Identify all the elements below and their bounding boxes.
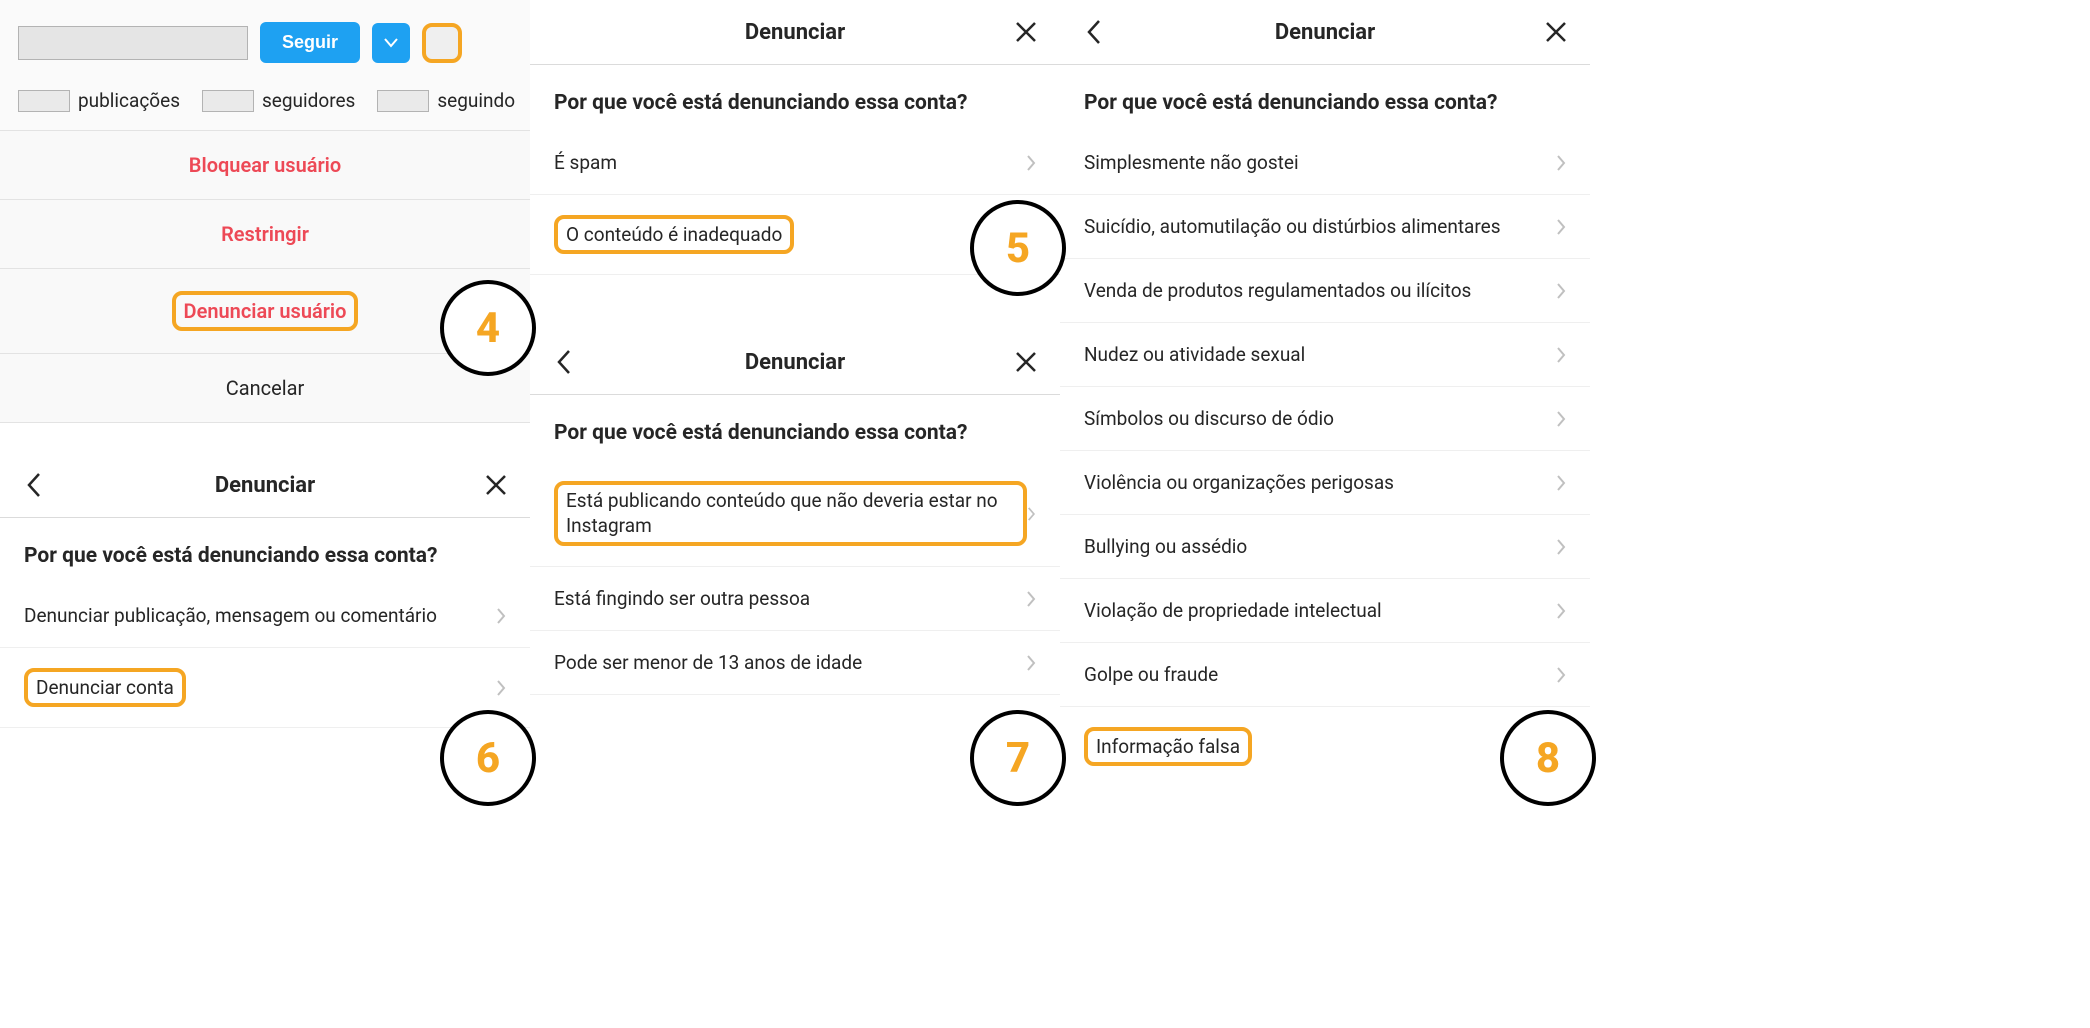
- chevron-right-icon: [1026, 154, 1036, 172]
- back-button[interactable]: [20, 471, 48, 499]
- chevron-right-icon: [1556, 474, 1566, 492]
- option-label: O conteúdo é inadequado: [554, 215, 794, 254]
- option-bullying[interactable]: Bullying ou assédio: [1060, 515, 1590, 579]
- option-label: Informação falsa: [1084, 727, 1252, 766]
- option-label: Nudez ou atividade sexual: [1084, 343, 1556, 366]
- option-label: Violência ou organizações perigosas: [1084, 471, 1556, 494]
- option-scam[interactable]: Golpe ou fraude: [1060, 643, 1590, 707]
- sheet-block-user[interactable]: Bloquear usuário: [0, 130, 530, 199]
- close-button[interactable]: [482, 471, 510, 499]
- chevron-left-icon: [556, 349, 572, 375]
- option-nudity[interactable]: Nudez ou atividade sexual: [1060, 323, 1590, 387]
- option-posting-bad-content[interactable]: Está publicando conteúdo que não deveria…: [530, 461, 1060, 567]
- chevron-right-icon: [1556, 410, 1566, 428]
- option-violence[interactable]: Violência ou organizações perigosas: [1060, 451, 1590, 515]
- option-pretending[interactable]: Está fingindo ser outra pessoa: [530, 567, 1060, 631]
- option-self-harm[interactable]: Suicídio, automutilação ou distúrbios al…: [1060, 195, 1590, 259]
- close-icon: [1015, 351, 1037, 373]
- chevron-right-icon: [496, 607, 506, 625]
- option-label: Está fingindo ser outra pessoa: [554, 587, 1026, 610]
- chevron-right-icon: [1556, 154, 1566, 172]
- close-button[interactable]: [1012, 348, 1040, 376]
- report-question: Por que você está denunciando essa conta…: [530, 395, 1060, 461]
- option-under-13[interactable]: Pode ser menor de 13 anos de idade: [530, 631, 1060, 695]
- chevron-right-icon: [1026, 654, 1036, 672]
- option-label: Suicídio, automutilação ou distúrbios al…: [1084, 215, 1556, 238]
- back-button[interactable]: [1080, 18, 1108, 46]
- follow-dropdown-button[interactable]: [372, 23, 410, 63]
- stat-posts: publicações: [18, 89, 180, 112]
- option-label: Denunciar conta: [24, 668, 186, 707]
- report-question: Por que você está denunciando essa conta…: [0, 518, 530, 584]
- username-placeholder: [18, 26, 248, 60]
- option-spam[interactable]: É spam: [530, 131, 1060, 195]
- chevron-right-icon: [1026, 590, 1036, 608]
- chevron-left-icon: [26, 472, 42, 498]
- column-steps-5-7: Denunciar Por que você está denunciando …: [530, 0, 1060, 786]
- close-icon: [485, 474, 507, 496]
- report-title: Denunciar: [48, 473, 482, 498]
- report-question: Por que você está denunciando essa conta…: [1060, 65, 1590, 131]
- option-ip-violation[interactable]: Violação de propriedade intelectual: [1060, 579, 1590, 643]
- option-label: Violação de propriedade intelectual: [1084, 599, 1556, 622]
- step-badge-8: 8: [1500, 710, 1596, 806]
- follow-button[interactable]: Seguir: [260, 22, 360, 63]
- close-icon: [1015, 21, 1037, 43]
- report-header-7: Denunciar: [530, 330, 1060, 395]
- stat-followers: seguidores: [202, 89, 355, 112]
- chevron-right-icon: [1556, 666, 1566, 684]
- sheet-cancel[interactable]: Cancelar: [0, 353, 530, 423]
- chevron-right-icon: [1556, 282, 1566, 300]
- column-step-8: Denunciar Por que você está denunciando …: [1060, 0, 1590, 786]
- option-label: Denunciar publicação, mensagem ou coment…: [24, 604, 496, 627]
- report-header-8: Denunciar: [1060, 0, 1590, 65]
- back-button[interactable]: [550, 348, 578, 376]
- option-label: É spam: [554, 151, 1026, 174]
- more-options-button[interactable]: [422, 23, 462, 63]
- report-header-6: Denunciar: [0, 453, 530, 518]
- chevron-right-icon: [1556, 218, 1566, 236]
- option-regulated-goods[interactable]: Venda de produtos regulamentados ou ilíc…: [1060, 259, 1590, 323]
- option-label: Símbolos ou discurso de ódio: [1084, 407, 1556, 430]
- step-badge-4: 4: [440, 280, 536, 376]
- chevron-right-icon: [496, 679, 506, 697]
- report-title: Denunciar: [578, 20, 1012, 45]
- chevron-right-icon: [1556, 602, 1566, 620]
- profile-header: Seguir: [0, 0, 530, 77]
- option-label: Golpe ou fraude: [1084, 663, 1556, 686]
- option-dont-like[interactable]: Simplesmente não gostei: [1060, 131, 1590, 195]
- report-title: Denunciar: [578, 350, 1012, 375]
- stat-following: seguindo: [377, 89, 515, 112]
- close-icon: [1545, 21, 1567, 43]
- report-title: Denunciar: [1108, 20, 1542, 45]
- chevron-right-icon: [1556, 346, 1566, 364]
- report-header-5: Denunciar: [530, 0, 1060, 65]
- option-label: Bullying ou assédio: [1084, 535, 1556, 558]
- sheet-report-user-label: Denunciar usuário: [172, 291, 359, 331]
- chevron-right-icon: [1027, 505, 1036, 523]
- chevron-right-icon: [1556, 538, 1566, 556]
- option-hate[interactable]: Símbolos ou discurso de ódio: [1060, 387, 1590, 451]
- sheet-restrict[interactable]: Restringir: [0, 199, 530, 268]
- option-label: Venda de produtos regulamentados ou ilíc…: [1084, 279, 1556, 302]
- option-label: Está publicando conteúdo que não deveria…: [554, 481, 1027, 546]
- profile-stats-row: publicações seguidores seguindo: [0, 77, 530, 130]
- option-label: Simplesmente não gostei: [1084, 151, 1556, 174]
- close-button[interactable]: [1012, 18, 1040, 46]
- option-report-post-msg-comment[interactable]: Denunciar publicação, mensagem ou coment…: [0, 584, 530, 648]
- column-steps-4-6: Seguir publicações seguidores seguindo B…: [0, 0, 530, 786]
- step-badge-7: 7: [970, 710, 1066, 806]
- option-label: Pode ser menor de 13 anos de idade: [554, 651, 1026, 674]
- option-report-account[interactable]: Denunciar conta: [0, 648, 530, 728]
- action-sheet: Bloquear usuário Restringir Denunciar us…: [0, 130, 530, 423]
- step-badge-6: 6: [440, 710, 536, 806]
- report-question: Por que você está denunciando essa conta…: [530, 65, 1060, 131]
- chevron-down-icon: [384, 38, 398, 48]
- step-badge-5: 5: [970, 200, 1066, 296]
- chevron-left-icon: [1086, 19, 1102, 45]
- close-button[interactable]: [1542, 18, 1570, 46]
